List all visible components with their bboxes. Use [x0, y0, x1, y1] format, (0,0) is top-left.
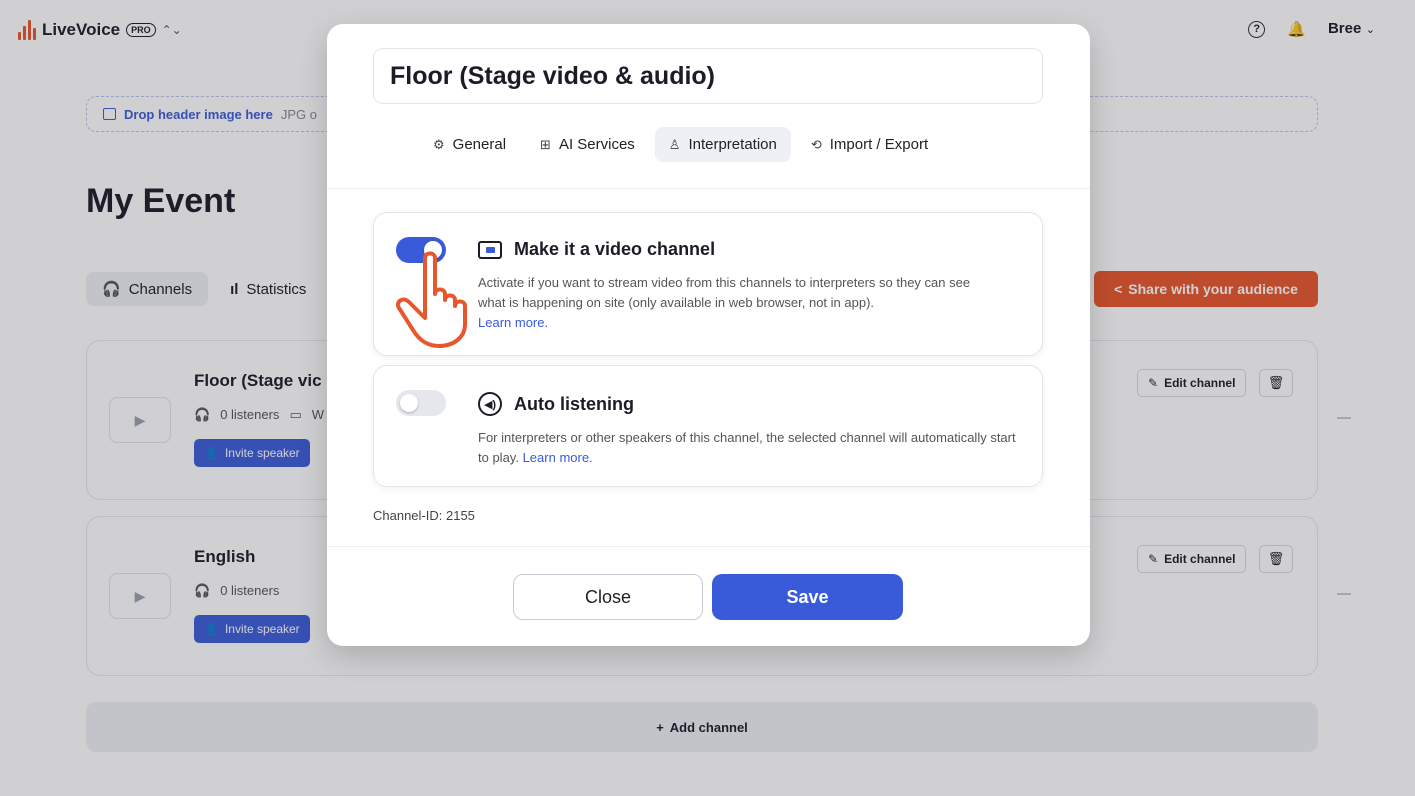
toggle-knob — [424, 241, 442, 259]
channel-settings-modal: Floor (Stage video & audio) ⚙ General ⊞ … — [327, 24, 1090, 646]
tab-interpretation[interactable]: ♙ Interpretation — [654, 127, 791, 162]
learn-more-link[interactable]: Learn more. — [478, 315, 548, 330]
tab-label: Import / Export — [829, 136, 929, 153]
sync-icon: ⟲ — [810, 136, 822, 152]
option-title: Make it a video channel — [514, 239, 716, 259]
channel-title-field[interactable]: Floor (Stage video & audio) — [373, 48, 1043, 104]
tab-label: AI Services — [558, 136, 635, 153]
option-title: Auto listening — [514, 393, 634, 414]
option-description: Activate if you want to stream video fro… — [478, 273, 978, 333]
tab-label: General — [452, 136, 507, 153]
gear-icon: ⚙ — [433, 136, 445, 152]
video-channel-toggle[interactable] — [396, 237, 446, 263]
save-button[interactable]: Save — [712, 574, 903, 620]
auto-listening-toggle[interactable] — [396, 390, 446, 416]
interpreters-icon: ♙ — [668, 136, 681, 152]
speaker-icon: ◀) — [478, 392, 502, 416]
tab-general[interactable]: ⚙ General — [419, 127, 520, 162]
close-button[interactable]: Close — [513, 574, 703, 620]
learn-more-link[interactable]: Learn more. — [523, 450, 593, 465]
divider — [327, 546, 1090, 547]
channel-id: Channel-ID: 2155 — [373, 508, 475, 523]
divider — [327, 188, 1090, 189]
video-channel-option: Make it a video channel Activate if you … — [373, 212, 1043, 356]
toggle-knob — [400, 394, 418, 412]
modal-tabs: ⚙ General ⊞ AI Services ♙ Interpretation… — [419, 127, 942, 162]
tab-label: Interpretation — [688, 136, 777, 153]
description-text: Activate if you want to stream video fro… — [478, 275, 971, 310]
auto-listening-option: ◀) Auto listening For interpreters or ot… — [373, 365, 1043, 487]
video-icon — [478, 240, 502, 259]
tab-ai-services[interactable]: ⊞ AI Services — [526, 127, 649, 162]
option-description: For interpreters or other speakers of th… — [478, 428, 1018, 468]
tab-import-export[interactable]: ⟲ Import / Export — [797, 127, 942, 162]
option-header: Make it a video channel — [478, 239, 715, 260]
option-header: ◀) Auto listening — [478, 392, 634, 416]
chip-icon: ⊞ — [540, 136, 551, 152]
